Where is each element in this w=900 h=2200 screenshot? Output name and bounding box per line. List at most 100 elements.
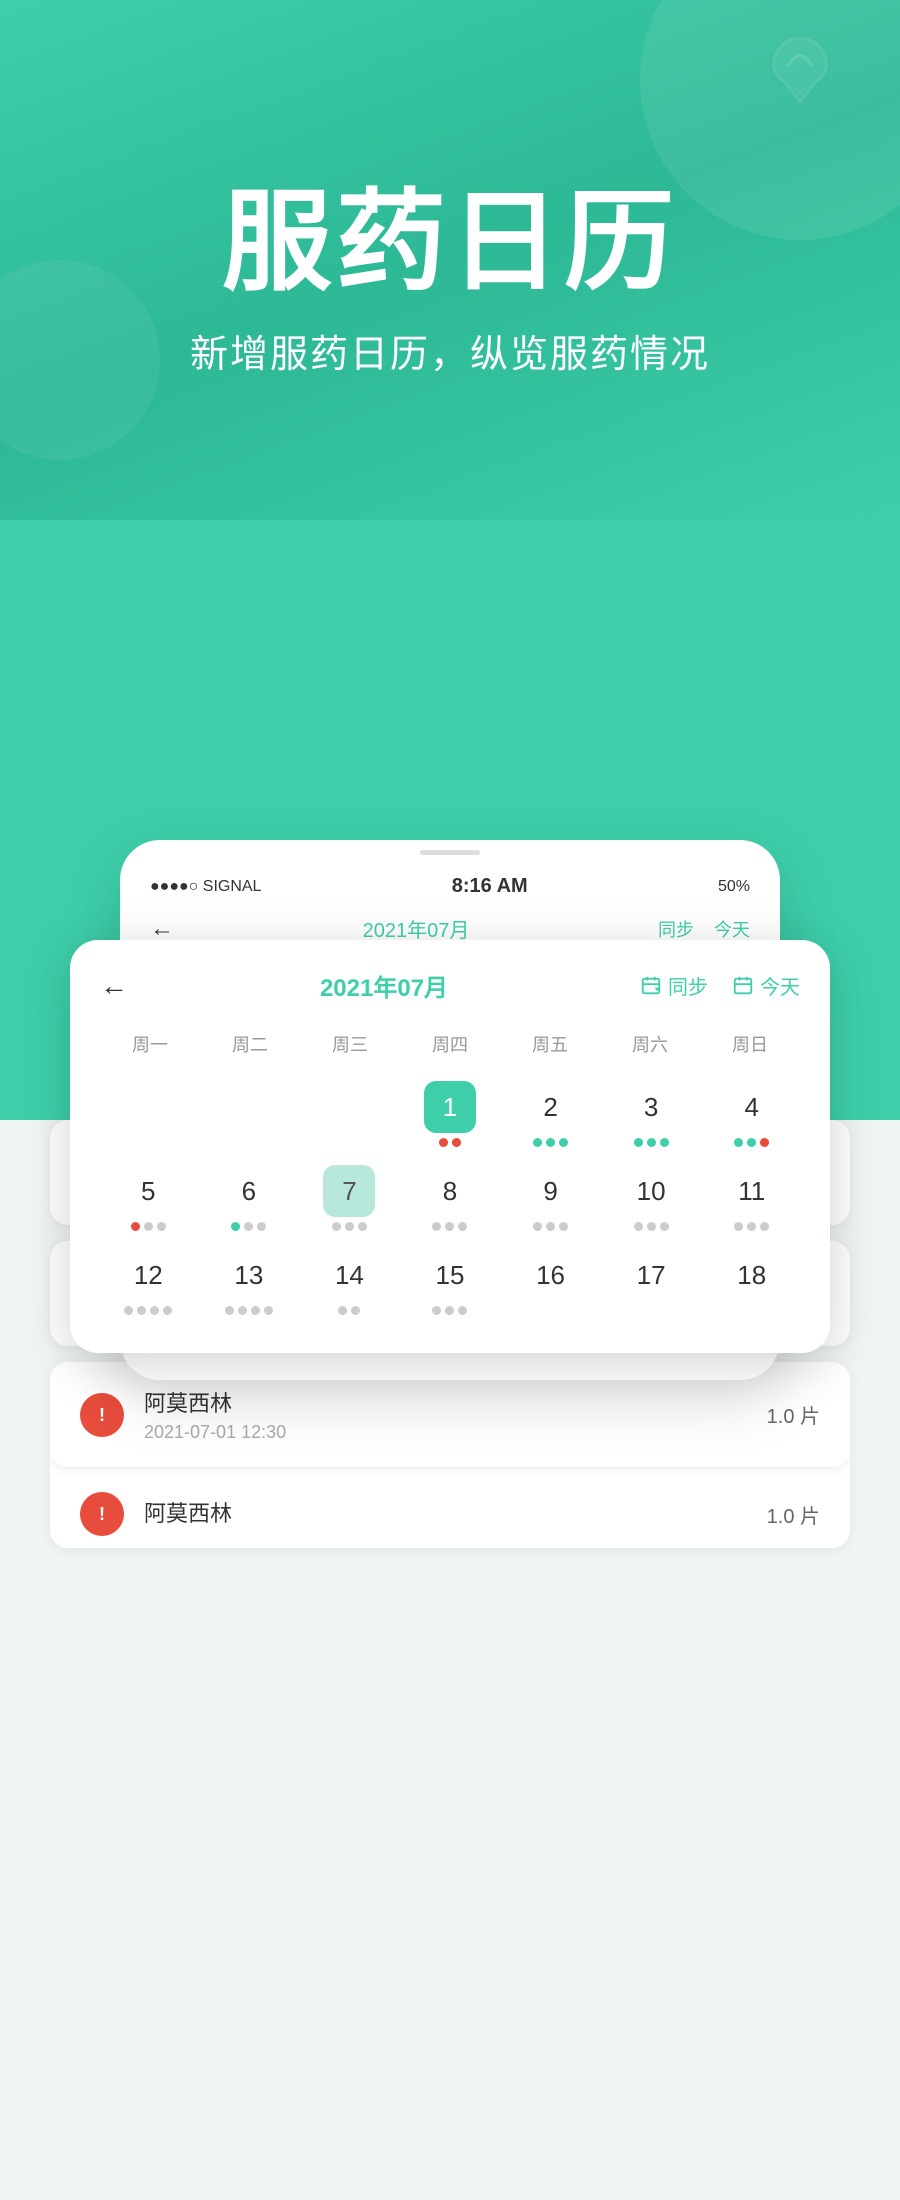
cal-day-6[interactable]: 6 <box>201 1157 298 1237</box>
dot <box>546 1222 555 1231</box>
dot <box>264 1306 273 1315</box>
calendar-card: ← 2021年07月 同步 <box>70 940 830 1353</box>
cal-wd-wed: 周三 <box>300 1025 400 1063</box>
status-icon-warning-3: ! <box>80 1393 124 1437</box>
cal-date-num-5: 5 <box>122 1165 174 1217</box>
hero-subtitle: 新增服药日历，纵览服药情况 <box>190 323 710 378</box>
cal-day-14[interactable]: 14 <box>301 1241 398 1321</box>
cal-dots-3 <box>634 1137 669 1147</box>
cal-dots-11 <box>734 1221 769 1231</box>
dot <box>660 1138 669 1147</box>
cal-day-11[interactable]: 11 <box>703 1157 800 1237</box>
cal-day-9[interactable]: 9 <box>502 1157 599 1237</box>
status-bar: ●●●●○ SIGNAL 8:16 AM 50% <box>120 861 780 906</box>
dot <box>747 1222 756 1231</box>
battery-text: 50% <box>718 878 750 896</box>
dot <box>124 1306 133 1315</box>
cal-date-num-8: 8 <box>424 1165 476 1217</box>
clock: 8:16 AM <box>452 875 528 898</box>
cal-date-num-17: 17 <box>625 1249 677 1301</box>
svg-text:!: ! <box>99 1504 105 1524</box>
cal-wd-fri: 周五 <box>500 1025 600 1063</box>
cal-day-1[interactable]: 1 <box>402 1073 499 1153</box>
dot <box>760 1222 769 1231</box>
cal-day-15[interactable]: 15 <box>402 1241 499 1321</box>
cal-day-12[interactable]: 12 <box>100 1241 197 1321</box>
cal-day-7[interactable]: 7 <box>301 1157 398 1237</box>
cal-dots-1 <box>439 1137 461 1147</box>
cal-day-4[interactable]: 4 <box>703 1073 800 1153</box>
dot <box>660 1222 669 1231</box>
cal-date-num-15: 15 <box>424 1249 476 1301</box>
cal-day-8[interactable]: 8 <box>402 1157 499 1237</box>
cal-dots-10 <box>634 1221 669 1231</box>
dot <box>439 1138 448 1147</box>
cal-empty-3 <box>301 1073 398 1153</box>
today-button[interactable]: 今天 <box>732 971 800 1000</box>
cal-day-18[interactable]: 18 <box>703 1241 800 1321</box>
dot <box>231 1222 240 1231</box>
sync-icon <box>640 975 662 997</box>
cal-date-num-1: 1 <box>424 1081 476 1133</box>
calendar-nav: ← 2021年07月 同步 <box>100 968 800 1003</box>
today-label-text: 今天 <box>760 971 800 1000</box>
dot <box>358 1222 367 1231</box>
cal-empty-1 <box>100 1073 197 1153</box>
bottom-card-container: ! 阿莫西林 2021-07-01 12:30 1.0 片 ! 阿莫西林 <box>0 1362 900 1548</box>
dot <box>634 1222 643 1231</box>
cal-date-num-2: 2 <box>525 1081 577 1133</box>
dot <box>238 1306 247 1315</box>
cal-wd-sat: 周六 <box>600 1025 700 1063</box>
dot <box>458 1222 467 1231</box>
cal-date-num-11: 11 <box>726 1165 778 1217</box>
cal-date-num-7: 7 <box>323 1165 375 1217</box>
cal-wd-mon: 周一 <box>100 1025 200 1063</box>
cal-day-16[interactable]: 16 <box>502 1241 599 1321</box>
cal-dots-2 <box>533 1137 568 1147</box>
dot <box>533 1138 542 1147</box>
medicine-item-4-partial[interactable]: ! 阿莫西林 1.0 片 <box>50 1468 850 1548</box>
cal-day-2[interactable]: 2 <box>502 1073 599 1153</box>
cal-date-num-4: 4 <box>726 1081 778 1133</box>
cal-date-num-16: 16 <box>525 1249 577 1301</box>
sync-label[interactable]: 同步 <box>658 916 694 942</box>
svg-text:!: ! <box>99 1405 105 1425</box>
medicine-info-3: 阿莫西林 2021-07-01 12:30 <box>144 1386 767 1443</box>
medicine-name-4: 阿莫西林 <box>144 1496 767 1528</box>
dot <box>345 1222 354 1231</box>
content-area: ●●●●○ SIGNAL 8:16 AM 50% ← 2021年07月 同步 今… <box>0 1120 900 2200</box>
bg-decoration-2 <box>0 260 160 460</box>
exclaim-icon-4: ! <box>90 1502 114 1526</box>
cal-day-10[interactable]: 10 <box>603 1157 700 1237</box>
back-arrow-icon[interactable]: ← <box>150 915 174 943</box>
cal-date-num-9: 9 <box>525 1165 577 1217</box>
hero-title: 服药日历 <box>222 182 678 303</box>
sync-button[interactable]: 同步 <box>640 971 708 1000</box>
cal-day-3[interactable]: 3 <box>603 1073 700 1153</box>
cal-date-num-10: 10 <box>625 1165 677 1217</box>
cal-dots-6 <box>231 1221 266 1231</box>
dot <box>332 1222 341 1231</box>
dot <box>131 1222 140 1231</box>
cal-dots-14 <box>338 1305 360 1315</box>
phone-month-title: 2021年07月 <box>363 914 470 943</box>
cal-day-17[interactable]: 17 <box>603 1241 700 1321</box>
cal-dots-9 <box>533 1221 568 1231</box>
dot <box>458 1306 467 1315</box>
dot <box>137 1306 146 1315</box>
calendar-back-button[interactable]: ← <box>100 970 128 1002</box>
calendar-month-title: 2021年07月 <box>320 968 448 1003</box>
dot <box>559 1222 568 1231</box>
dot <box>251 1306 260 1315</box>
cal-date-num-12: 12 <box>122 1249 174 1301</box>
cal-dots-8 <box>432 1221 467 1231</box>
dot <box>452 1138 461 1147</box>
brand-logo <box>760 30 840 110</box>
cal-day-5[interactable]: 5 <box>100 1157 197 1237</box>
cal-wd-tue: 周二 <box>200 1025 300 1063</box>
dot <box>144 1222 153 1231</box>
calendar-weekdays: 周一 周二 周三 周四 周五 周六 周日 <box>100 1025 800 1063</box>
cal-day-13[interactable]: 13 <box>201 1241 298 1321</box>
today-label[interactable]: 今天 <box>714 916 750 942</box>
phone-nav-actions: 同步 今天 <box>658 916 750 942</box>
